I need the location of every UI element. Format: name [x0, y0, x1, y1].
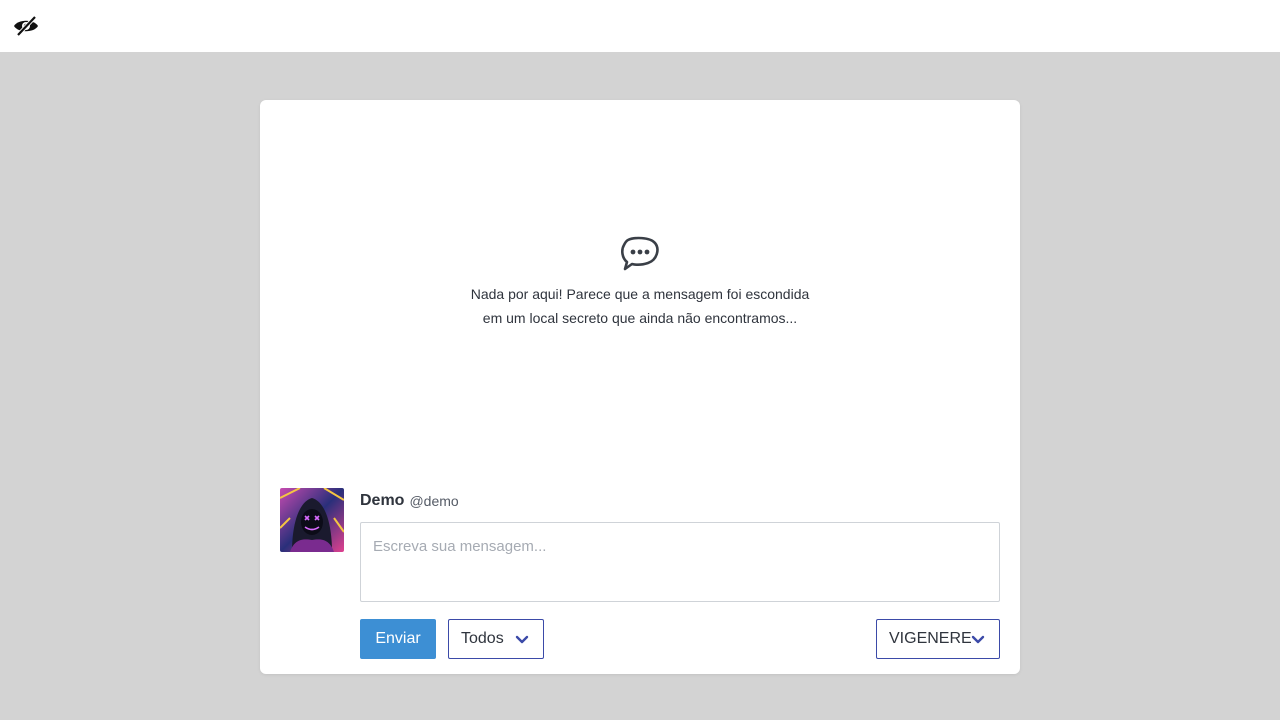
avatar[interactable]	[280, 488, 344, 552]
composer-controls: Enviar Todos VIGENERE	[360, 619, 1000, 659]
recipient-select-value: Todos	[461, 630, 504, 647]
top-bar	[0, 0, 1280, 52]
message-composer: Demo @demo Enviar Todos VIGENERE	[360, 488, 1000, 659]
empty-state-line-2: em um local secreto que ainda não encont…	[482, 310, 798, 326]
cipher-select[interactable]: VIGENERE	[876, 619, 1000, 659]
user-name: Demo	[360, 492, 405, 509]
chevron-down-icon	[971, 635, 985, 644]
eye-slash-icon[interactable]	[12, 14, 40, 38]
user-info: Demo @demo	[360, 488, 1000, 514]
send-button[interactable]: Enviar	[360, 619, 436, 659]
empty-state-line-1: Nada por aqui! Parece que a mensagem foi…	[470, 286, 810, 302]
recipient-select[interactable]: Todos	[448, 619, 544, 659]
cipher-select-value: VIGENERE	[889, 630, 972, 647]
messages-card: Nada por aqui! Parece que a mensagem foi…	[260, 100, 1020, 674]
message-input[interactable]	[360, 522, 1000, 602]
chat-bubble-dots-icon	[621, 236, 659, 271]
empty-state-text: Nada por aqui! Parece que a mensagem foi…	[471, 282, 810, 330]
empty-state: Nada por aqui! Parece que a mensagem foi…	[260, 236, 1020, 330]
chevron-down-icon	[515, 635, 529, 644]
user-handle: @demo	[409, 493, 459, 509]
